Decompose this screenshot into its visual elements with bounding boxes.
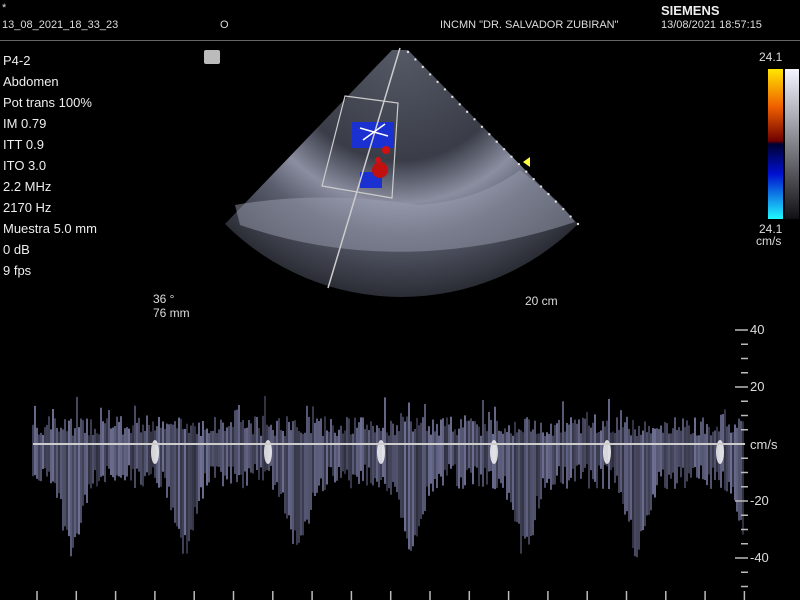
depth-dot [532,177,535,181]
depth-dot [480,125,484,128]
depth-dot [510,155,513,158]
scale-label: 40 [750,322,765,337]
time-scale [36,591,746,600]
depth-dot [414,58,417,61]
depth-dot [547,192,550,196]
depth-dot [458,103,461,106]
depth-dot [465,110,469,114]
gray-scale-bar [785,69,799,219]
scale-label: 20 [750,379,765,394]
image-depth: 20 cm [525,294,558,308]
depth-dot [539,185,543,188]
depth-dot [488,133,491,136]
depth-dot [428,73,432,76]
depth-dot [436,80,439,84]
ultrasound-canvas [32,47,799,600]
depth-dot [495,140,498,143]
depth-dot [569,215,572,218]
depth-dot [406,50,410,54]
depth-dot [473,118,476,121]
b-mode-sector [225,50,578,297]
depth-dot [421,65,424,69]
color-scale-unit: cm/s [756,234,782,248]
depth-dot [525,170,528,173]
gate-depth: 76 mm [153,306,190,320]
scale-label: -20 [750,493,769,508]
spectral-unit: cm/s [750,437,778,452]
doppler-spectrum [32,396,744,558]
orientation-marker [204,50,220,64]
focus-marker[interactable] [523,157,530,167]
depth-dot [554,200,558,203]
color-scale-top: 24.1 [759,50,783,64]
angle-correction: 36 ° [153,292,175,306]
color-scale-bar [768,69,783,219]
depth-dot [502,148,506,151]
scale-label: -40 [750,550,769,565]
depth-dot [451,95,454,99]
depth-dot [517,162,521,166]
depth-dot [576,222,580,226]
depth-dot [562,207,565,211]
depth-dot [443,88,447,91]
